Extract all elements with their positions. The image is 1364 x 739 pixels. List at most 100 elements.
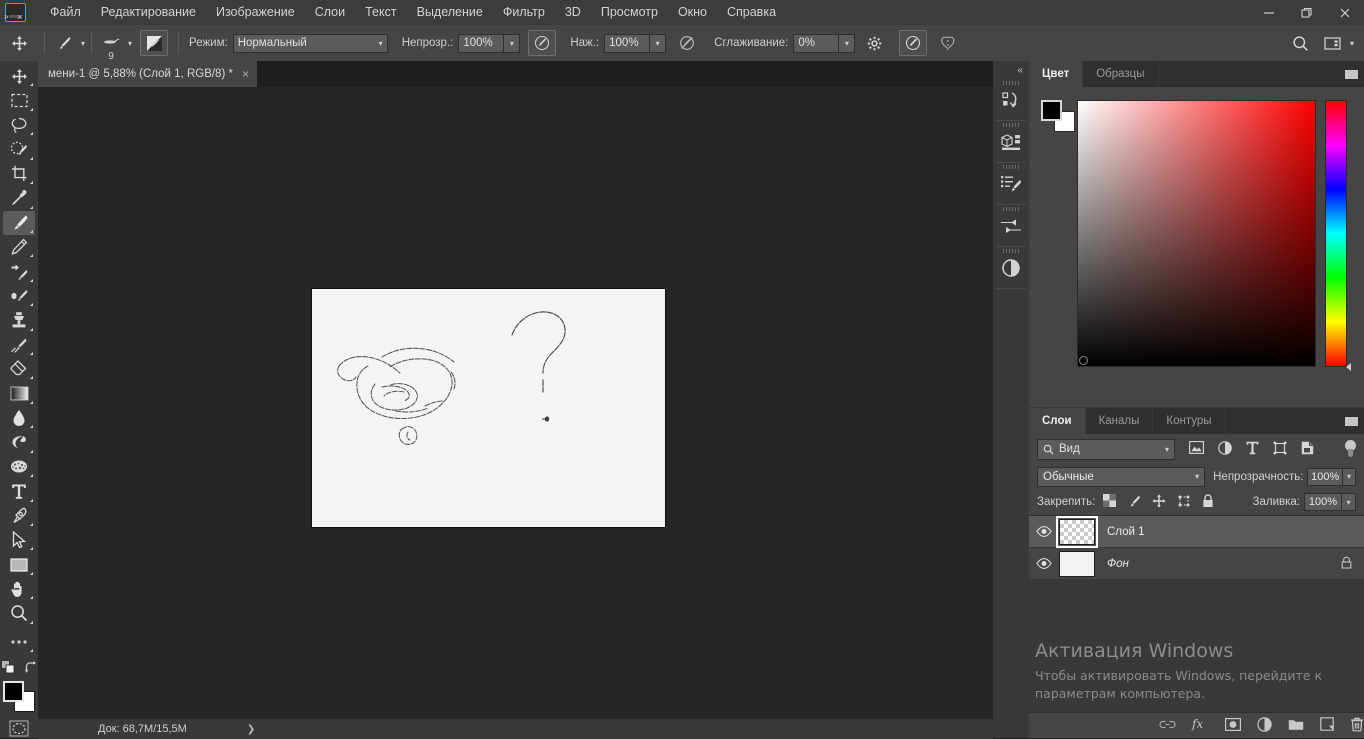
new-layer-button[interactable] (1320, 717, 1334, 734)
rectangular-marquee-tool[interactable] (3, 88, 35, 112)
eraser-tool[interactable] (3, 357, 35, 381)
opacity-caret[interactable]: ▾ (504, 33, 521, 53)
collapse-panels-button[interactable]: « (993, 61, 1029, 79)
canvas-area[interactable] (38, 87, 993, 718)
brush-tool[interactable] (3, 210, 35, 235)
type-tool[interactable] (3, 479, 35, 503)
color-swatches[interactable] (2, 681, 36, 713)
move-tool[interactable] (3, 64, 35, 88)
workspace-switcher-button[interactable] (1320, 31, 1346, 55)
hue-slider[interactable] (1325, 100, 1351, 371)
blur-tool[interactable] (3, 406, 35, 430)
lock-image-pixels-icon[interactable] (1127, 494, 1141, 511)
menu-file[interactable]: Файл (40, 0, 91, 25)
tab-color[interactable]: Цвет (1029, 61, 1084, 87)
opacity-input[interactable]: 100% (458, 33, 505, 53)
smoothing-input[interactable]: 0% (793, 33, 840, 53)
menu-image[interactable]: Изображение (206, 0, 305, 25)
filter-type-icon[interactable] (1246, 441, 1259, 458)
dock-libraries-panel[interactable] (993, 121, 1029, 162)
layer-visibility-toggle[interactable] (1029, 526, 1059, 537)
hand-tool[interactable] (3, 577, 35, 601)
brush-preset-caret-icon[interactable]: ▾ (81, 39, 85, 48)
blend-mode-select[interactable]: Нормальный ▾ (232, 33, 388, 53)
foreground-color-swatch[interactable] (1041, 100, 1062, 121)
menu-view[interactable]: Просмотр (591, 0, 668, 25)
menu-window[interactable]: Окно (668, 0, 717, 25)
lock-artboard-nesting-icon[interactable] (1177, 494, 1191, 511)
brush-preset-picker[interactable] (51, 31, 77, 55)
pressure-opacity-toggle[interactable] (528, 30, 557, 56)
layer-thumbnail[interactable] (1056, 515, 1098, 548)
layer-name[interactable]: Слой 1 (1107, 526, 1145, 538)
edit-toolbar-button[interactable] (3, 630, 35, 654)
dock-brushes-panel[interactable] (993, 205, 1029, 246)
eyedropper-tool[interactable] (3, 186, 35, 210)
tab-swatches[interactable]: Образцы (1083, 61, 1159, 87)
rectangle-tool[interactable] (3, 552, 35, 576)
tablet-pressure-toggle[interactable] (899, 30, 928, 56)
restore-button[interactable] (1288, 0, 1326, 25)
new-fill-adjustment-button[interactable] (1257, 716, 1272, 735)
foreground-color-swatch[interactable] (3, 681, 24, 703)
pen-tool[interactable] (3, 504, 35, 528)
tab-layers[interactable]: Слои (1029, 408, 1086, 434)
dock-history-panel[interactable] (993, 79, 1029, 120)
sponge-tool[interactable] (3, 455, 35, 479)
quick-mask-button[interactable] (8, 718, 30, 738)
menu-filter[interactable]: Фильтр (493, 0, 555, 25)
artboard[interactable] (311, 288, 666, 528)
workspace-caret-icon[interactable]: ▾ (1350, 39, 1354, 48)
table-row[interactable]: Фон (1029, 548, 1364, 580)
color-panel-swatches[interactable] (1041, 100, 1075, 132)
link-layers-button[interactable] (1159, 719, 1176, 733)
gradient-tool[interactable] (3, 381, 35, 405)
layer-filter-toggle[interactable] (1345, 440, 1356, 458)
delete-layer-button[interactable] (1350, 717, 1364, 735)
flow-input[interactable]: 100% (604, 33, 651, 53)
clone-stamp-tool[interactable] (3, 308, 35, 332)
active-tool-icon[interactable] (0, 25, 38, 61)
quick-selection-tool[interactable] (3, 137, 35, 161)
add-layer-mask-button[interactable] (1225, 717, 1242, 734)
swap-colors-icon[interactable] (24, 660, 38, 677)
layer-fill-caret-icon[interactable]: ▾ (1342, 493, 1356, 511)
healing-brush-tool[interactable] (3, 259, 35, 283)
smoothing-settings-button[interactable] (861, 31, 887, 55)
menu-select[interactable]: Выделение (407, 0, 493, 25)
lock-position-icon[interactable] (1152, 493, 1166, 511)
layer-thumbnail[interactable] (1059, 550, 1095, 577)
menu-help[interactable]: Справка (717, 0, 786, 25)
filter-smart-object-icon[interactable] (1301, 441, 1314, 458)
minimize-button[interactable] (1250, 0, 1288, 25)
tab-paths[interactable]: Контуры (1153, 408, 1226, 434)
filter-shape-icon[interactable] (1273, 441, 1287, 458)
search-button[interactable] (1288, 31, 1314, 55)
menu-edit[interactable]: Редактирование (91, 0, 206, 25)
lock-transparent-pixels-icon[interactable] (1103, 494, 1117, 510)
close-icon[interactable]: × (242, 67, 249, 81)
layers-panel-menu-button[interactable] (1345, 408, 1358, 434)
history-brush-tool[interactable] (3, 333, 35, 357)
layer-filter-select[interactable]: Вид ▾ (1037, 438, 1175, 460)
filter-pixel-icon[interactable] (1189, 441, 1204, 457)
new-group-button[interactable] (1288, 718, 1304, 734)
layer-visibility-toggle[interactable] (1029, 558, 1059, 569)
dodge-tool[interactable] (3, 430, 35, 454)
lasso-tool[interactable] (3, 113, 35, 137)
brush-tip-preview[interactable]: 9 (98, 33, 124, 62)
crop-tool[interactable] (3, 162, 35, 186)
menu-3d[interactable]: 3D (555, 0, 591, 25)
menu-layers[interactable]: Слои (305, 0, 355, 25)
color-panel-menu-button[interactable] (1345, 61, 1358, 87)
layer-blend-mode-select[interactable]: Обычные ▾ (1037, 466, 1206, 487)
pencil-tool[interactable] (3, 235, 35, 259)
status-expand-icon[interactable]: ❯ (247, 724, 255, 735)
close-button[interactable] (1326, 0, 1364, 25)
layer-opacity-value[interactable]: 100% (1307, 467, 1343, 486)
layer-opacity-caret-icon[interactable]: ▾ (1342, 467, 1356, 486)
layer-style-button[interactable]: fx (1191, 717, 1209, 734)
path-selection-tool[interactable] (3, 528, 35, 552)
color-field[interactable] (1077, 100, 1316, 367)
lock-all-icon[interactable] (1202, 493, 1214, 511)
